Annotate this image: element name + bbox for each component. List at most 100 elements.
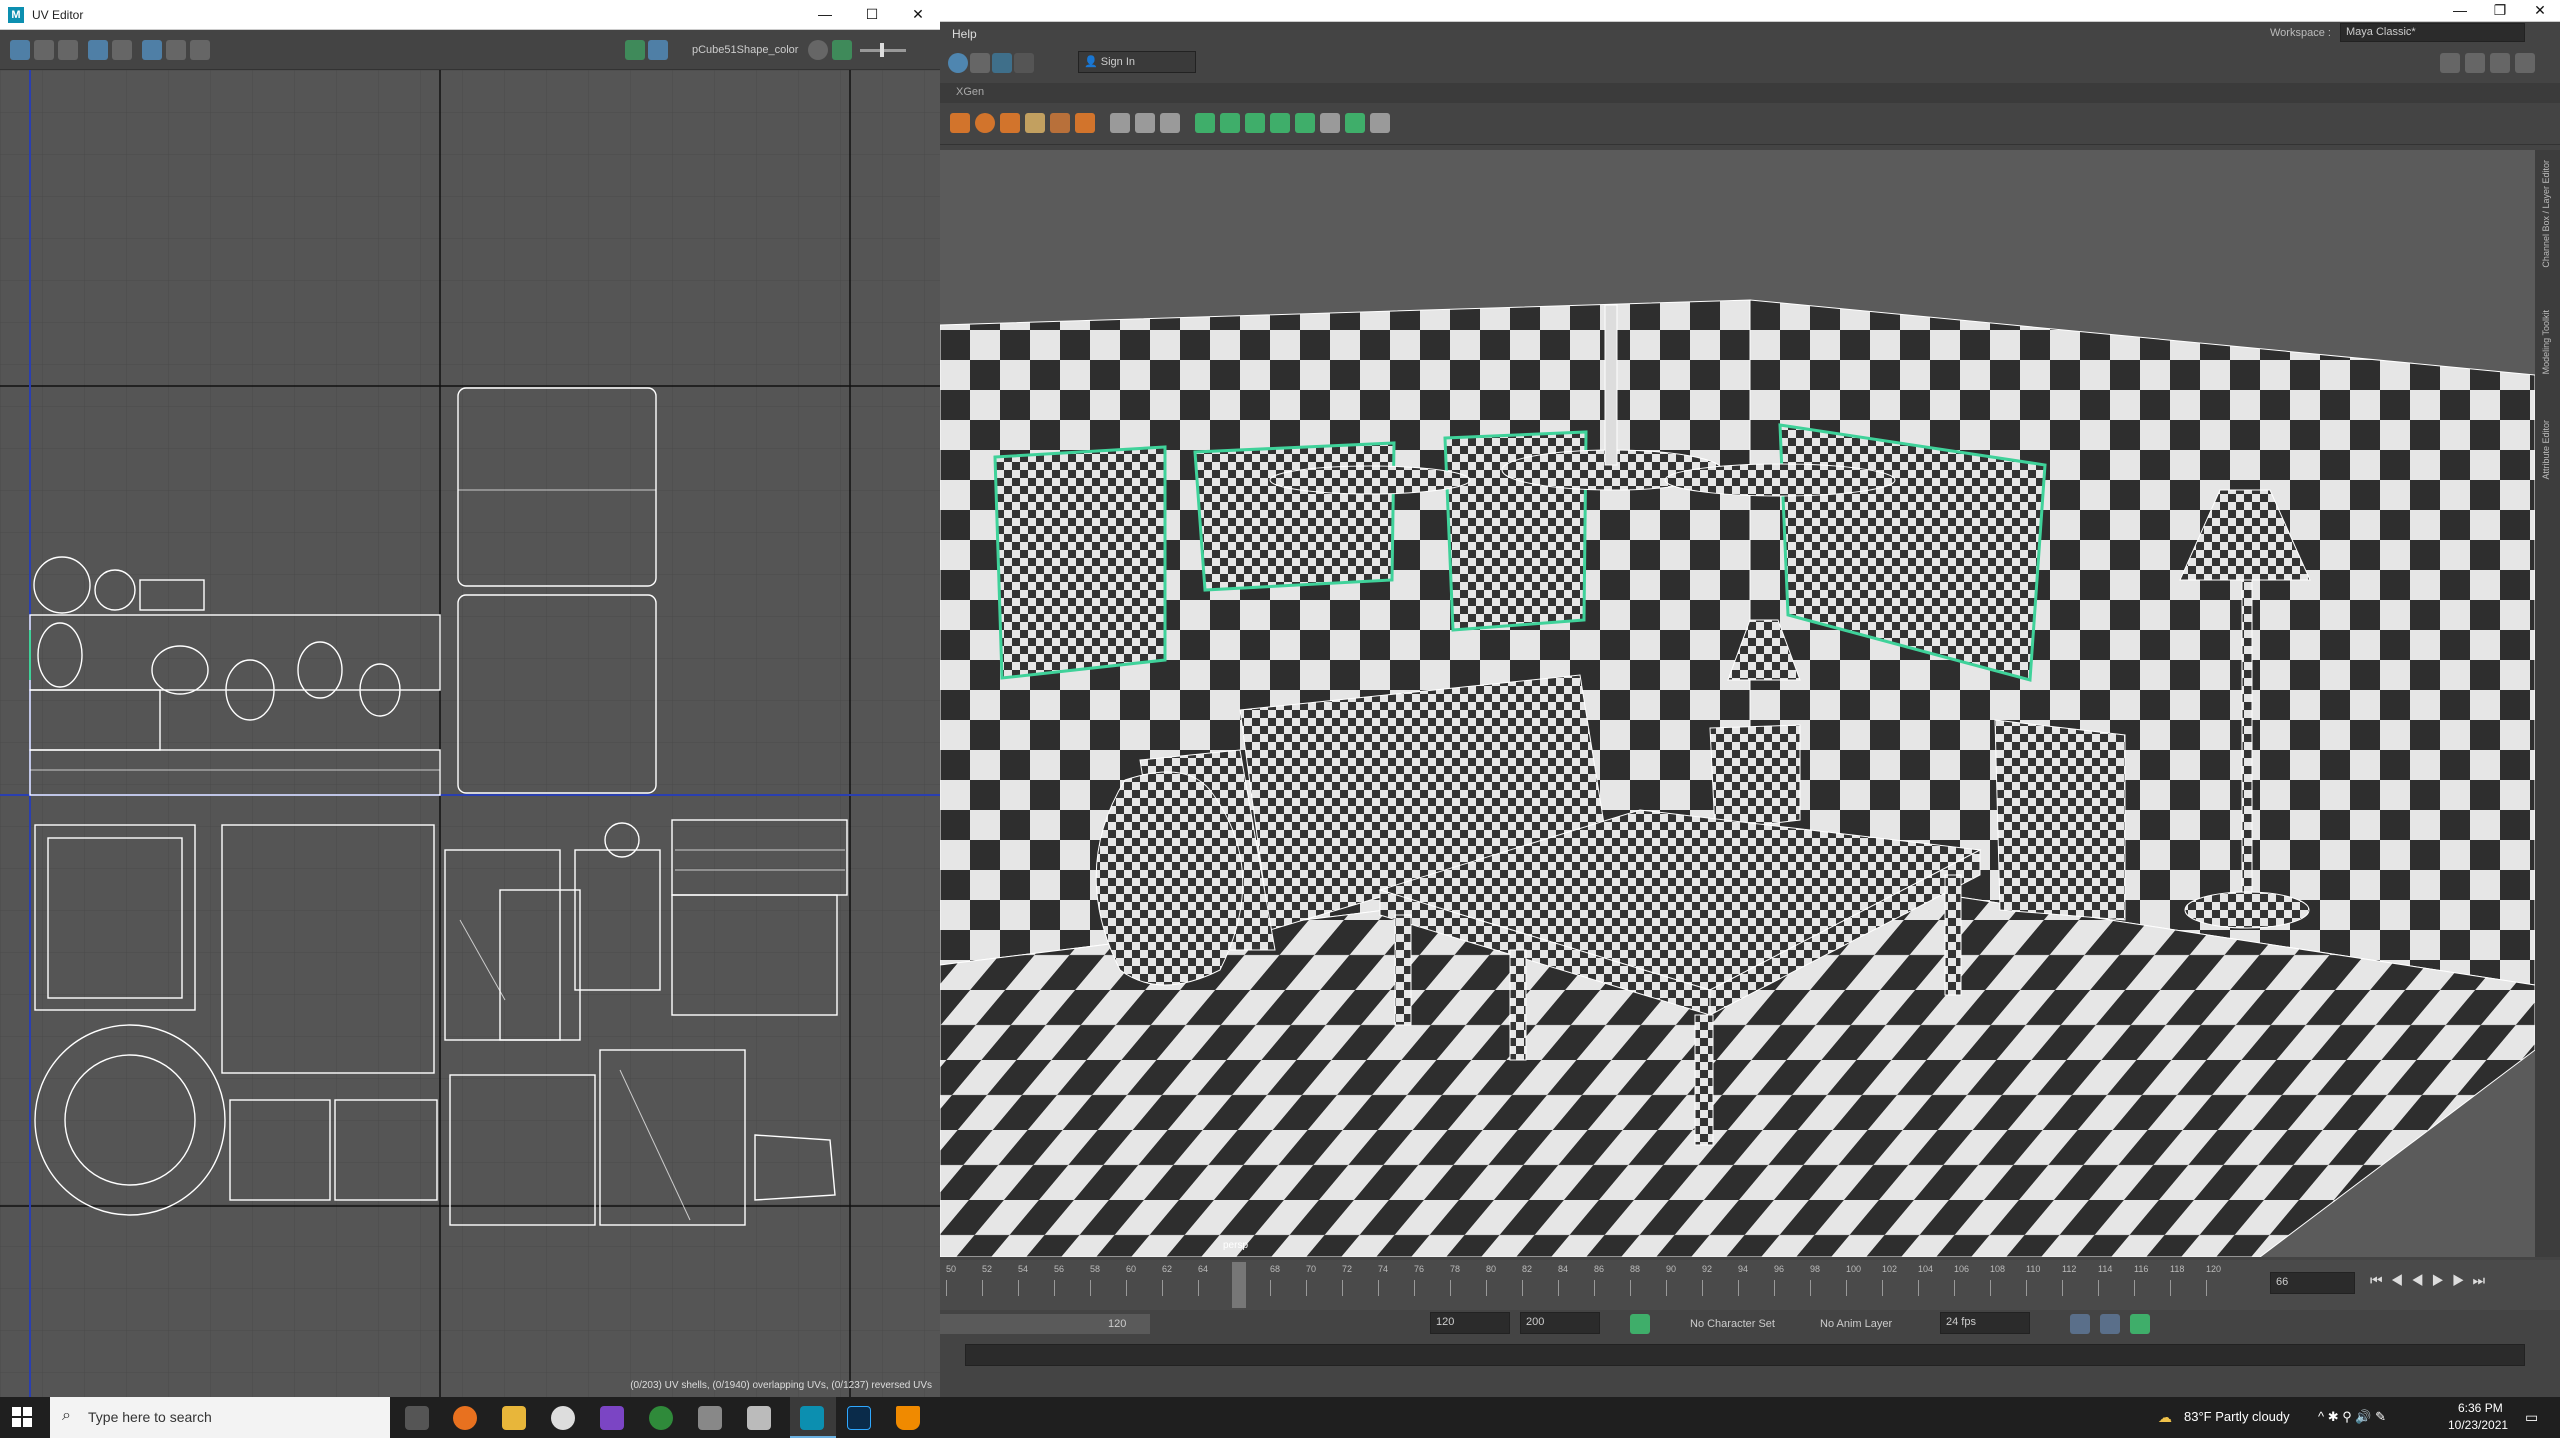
- timeline-tick: [1306, 1280, 1307, 1296]
- uv-tool-icon[interactable]: [808, 40, 828, 60]
- side-tab-channel-box[interactable]: Channel Box / Layer Editor: [2541, 160, 2551, 268]
- taskbar-search[interactable]: ⌕ Type here to search: [50, 1397, 390, 1438]
- uv-tool-icon[interactable]: [166, 40, 186, 60]
- windows-start-icon[interactable]: [12, 1407, 32, 1427]
- texture-name[interactable]: pCube51Shape_color: [692, 44, 798, 56]
- uv-tool-icon[interactable]: [832, 40, 852, 60]
- shelf-tool-icon[interactable]: [975, 113, 995, 133]
- slider-handle[interactable]: [880, 43, 884, 57]
- time-slider[interactable]: 50 52 54 56 58 60 62 64 66 68 70 72 74 76 78 80 82 84 86 88…: [940, 1260, 2560, 1310]
- timeline-tick: [1774, 1280, 1775, 1296]
- weather-icon[interactable]: ☁: [2158, 1409, 2172, 1426]
- maximize-icon[interactable]: ☐: [852, 4, 892, 26]
- close-icon[interactable]: ✕: [2520, 0, 2560, 22]
- firefox-icon[interactable]: [453, 1406, 477, 1430]
- sign-in-dropdown[interactable]: 👤 Sign In: [1078, 51, 1196, 73]
- uv-layout-svg: [0, 70, 940, 1397]
- playback-option-icon[interactable]: [2100, 1314, 2120, 1334]
- anim-end-field[interactable]: 200: [1520, 1312, 1600, 1334]
- toolbar-icon[interactable]: [2440, 53, 2460, 73]
- command-input[interactable]: [965, 1344, 2525, 1366]
- timeline-tick-label: 120: [2206, 1264, 2222, 1274]
- weather-text[interactable]: 83°F Partly cloudy: [2184, 1409, 2290, 1424]
- shelf-tool-icon[interactable]: [1195, 113, 1215, 133]
- toolbar-icon[interactable]: [2515, 53, 2535, 73]
- shelf-tab-xgen[interactable]: XGen: [956, 86, 984, 98]
- current-frame-field[interactable]: 66: [2270, 1272, 2355, 1294]
- shelf-tool-icon[interactable]: [1295, 113, 1315, 133]
- uv-tool-icon[interactable]: [112, 40, 132, 60]
- shelf-tool-icon[interactable]: [1000, 113, 1020, 133]
- ipr-icon[interactable]: [992, 53, 1012, 73]
- maya-titlebar[interactable]: — ❐ ✕: [940, 0, 2560, 22]
- uv-grid-icon[interactable]: [142, 40, 162, 60]
- timeline-tick-label: 86: [1594, 1264, 1605, 1274]
- anim-layer-dropdown[interactable]: No Anim Layer: [1820, 1318, 1892, 1330]
- shelf-tool-icon[interactable]: [1135, 113, 1155, 133]
- uv-editor-titlebar[interactable]: M UV Editor — ☐ ✕: [0, 0, 940, 30]
- shelf-tool-icon[interactable]: [1270, 113, 1290, 133]
- xbox-icon[interactable]: [649, 1406, 673, 1430]
- toolbar-icon[interactable]: [2465, 53, 2485, 73]
- timeline-tick-label: 70: [1306, 1264, 1317, 1274]
- range-end-field[interactable]: 120: [1430, 1312, 1510, 1334]
- timeline-tick: [1018, 1280, 1019, 1296]
- texture-display-icon[interactable]: [625, 40, 645, 60]
- shelf-tool-icon[interactable]: [1050, 113, 1070, 133]
- drive-icon[interactable]: [698, 1406, 722, 1430]
- timeline-tick: [1162, 1280, 1163, 1296]
- refresh-icon[interactable]: [948, 53, 968, 73]
- side-tab-attribute-editor[interactable]: Attribute Editor: [2541, 420, 2551, 480]
- auto-key-icon[interactable]: [1630, 1314, 1650, 1334]
- viewport-persp[interactable]: persp: [940, 150, 2535, 1257]
- toolbar-icon[interactable]: [2490, 53, 2510, 73]
- visual-studio-icon[interactable]: [600, 1406, 624, 1430]
- playback-option-icon[interactable]: [2130, 1314, 2150, 1334]
- vlc-icon[interactable]: [896, 1406, 920, 1430]
- render-icon[interactable]: [970, 53, 990, 73]
- timeline-tick: [1054, 1280, 1055, 1296]
- shelf-tool-icon[interactable]: [1110, 113, 1130, 133]
- shelf-tool-icon[interactable]: [1075, 113, 1095, 133]
- uv-tool-icon[interactable]: [88, 40, 108, 60]
- timeline-tick-label: 56: [1054, 1264, 1065, 1274]
- shelf-tool-icon[interactable]: [1025, 113, 1045, 133]
- workspace-dropdown[interactable]: Maya Classic*: [2340, 23, 2525, 42]
- shelf-tool-icon[interactable]: [1245, 113, 1265, 133]
- shelf-tool-icon[interactable]: [1160, 113, 1180, 133]
- file-explorer-icon[interactable]: [502, 1406, 526, 1430]
- shelf-tool-icon[interactable]: [1320, 113, 1340, 133]
- zbrush-icon[interactable]: [747, 1406, 771, 1430]
- menu-help[interactable]: Help: [952, 27, 977, 41]
- notifications-icon[interactable]: ▭: [2525, 1409, 2538, 1426]
- restore-icon[interactable]: ❐: [2480, 0, 2520, 22]
- uv-tool-icon[interactable]: [34, 40, 54, 60]
- photoshop-icon[interactable]: [847, 1406, 871, 1430]
- uv-canvas[interactable]: (0/203) UV shells, (0/1940) overlapping …: [0, 70, 940, 1397]
- character-set-dropdown[interactable]: No Character Set: [1690, 1318, 1775, 1330]
- shelf-tool-icon[interactable]: [1345, 113, 1365, 133]
- playback-controls[interactable]: ⏮◀◀▶▶⏭: [2370, 1272, 2493, 1289]
- minimize-icon[interactable]: —: [2440, 0, 2480, 22]
- pause-icon[interactable]: [1014, 53, 1034, 73]
- tray-icons[interactable]: ^ ✱ ⚲ 🔊 ✎: [2318, 1409, 2386, 1425]
- task-view-icon[interactable]: [405, 1406, 429, 1430]
- playback-end-label: 120: [1108, 1318, 1127, 1330]
- timeline-tick: [1522, 1280, 1523, 1296]
- minimize-icon[interactable]: —: [805, 4, 845, 26]
- shelf-tool-icon[interactable]: [1220, 113, 1240, 133]
- shelf-tool-icon[interactable]: [950, 113, 970, 133]
- fps-dropdown[interactable]: 24 fps: [1940, 1312, 2030, 1334]
- checker-display-icon[interactable]: [648, 40, 668, 60]
- uv-tool-icon[interactable]: [58, 40, 78, 60]
- clock-date[interactable]: 10/23/2021: [2448, 1418, 2508, 1432]
- playback-option-icon[interactable]: [2070, 1314, 2090, 1334]
- vivaldi-icon[interactable]: [551, 1406, 575, 1430]
- clock-time[interactable]: 6:36 PM: [2458, 1401, 2503, 1415]
- maya-icon[interactable]: [800, 1406, 824, 1430]
- uv-tool-icon[interactable]: [10, 40, 30, 60]
- side-tab-modeling-toolkit[interactable]: Modeling Toolkit: [2541, 310, 2551, 374]
- uv-tool-icon[interactable]: [190, 40, 210, 60]
- close-icon[interactable]: ✕: [898, 4, 938, 26]
- shelf-tool-icon[interactable]: [1370, 113, 1390, 133]
